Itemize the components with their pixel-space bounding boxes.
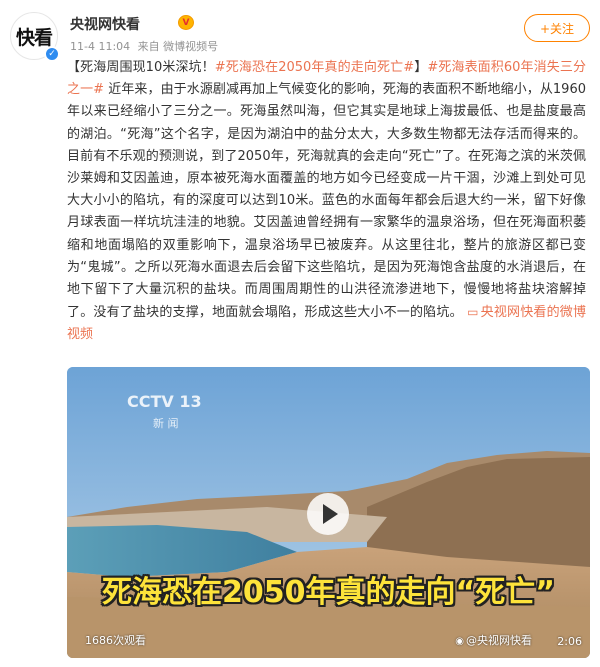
view-count: 1686次观看: [85, 634, 146, 647]
headline: 死海周围现10米深坑！: [80, 60, 215, 75]
weibo-icon: ◉: [455, 636, 464, 647]
watermark-text: @央视网快看: [466, 634, 532, 647]
hashtag-link[interactable]: #死海恐在2050年真的走向死亡#: [215, 60, 414, 75]
post-header: 快看 ✓ 央视网快看 V 11-4 11:04 来自 微博视频号 +关注: [10, 10, 590, 62]
vip-badge-icon: V: [178, 15, 194, 30]
play-button[interactable]: [307, 493, 349, 535]
video-player[interactable]: CCTV 13 新 闻 死海恐在2050年真的走向“死亡” 1686次观看 ◉ @…: [67, 367, 590, 658]
video-link-icon: ▭: [467, 305, 479, 320]
follow-button[interactable]: +关注: [524, 14, 590, 42]
video-duration: 2:06: [557, 635, 582, 648]
post-body: 近年来，由于水源剧减再加上气候变化的影响，死海的表面积不断地缩小，从1960年以…: [67, 82, 586, 321]
post-source[interactable]: 来自 微博视频号: [138, 40, 219, 53]
video-caption: 死海恐在2050年真的走向“死亡”: [102, 575, 555, 610]
avatar-text: 快看: [15, 26, 53, 49]
bracket-open: 【: [67, 60, 81, 75]
verified-icon: ✓: [44, 46, 60, 62]
cctv-logo: CCTV 13: [127, 392, 202, 411]
post-time[interactable]: 11-4 11:04: [70, 40, 130, 53]
video-watermark: ◉ @央视网快看: [455, 632, 532, 648]
channel-label: 新 闻: [153, 417, 179, 430]
post-text: 【死海周围现10米深坑！#死海恐在2050年真的走向死亡#】#死海表面积60年消…: [67, 57, 586, 347]
bracket-close: 】: [414, 60, 428, 75]
weibo-post: 快看 ✓ 央视网快看 V 11-4 11:04 来自 微博视频号 +关注 【死海…: [0, 0, 600, 667]
username[interactable]: 央视网快看: [70, 14, 140, 34]
play-icon: [322, 504, 338, 524]
post-meta: 11-4 11:04 来自 微博视频号: [70, 38, 222, 54]
